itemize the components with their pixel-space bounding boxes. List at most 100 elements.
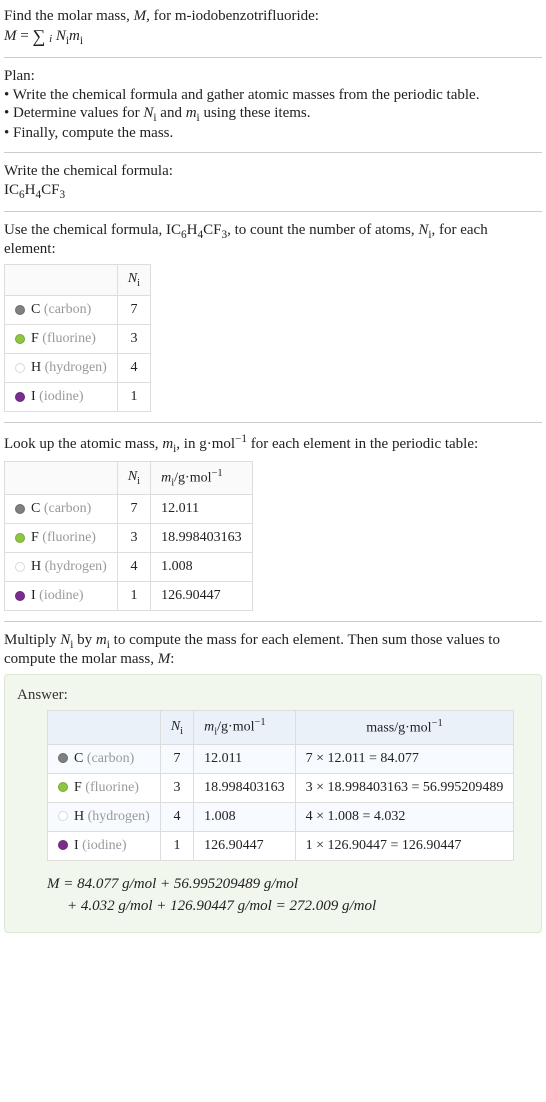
count-cell: 3 [117,524,150,553]
plan-b2-m: m [186,105,197,121]
table-row: H (hydrogen)41.0084 × 1.008 = 4.032 [48,802,514,831]
ah-n: N [171,719,180,734]
table-row: I (iodine)1126.90447 [5,582,253,611]
ah-m: m [204,720,214,735]
plan-bullet-2: • Determine values for Ni and mi using t… [4,105,542,124]
table-row: H (hydrogen)41.008 [5,553,253,582]
count-cell: 4 [160,802,193,831]
divider [4,57,542,58]
cf-p1: IC [4,182,19,198]
step4-section: Multiply Ni by mi to compute the mass fo… [4,632,542,668]
table-row: F (fluorine)318.9984031633 × 18.99840316… [48,773,514,802]
elem-name: (hydrogen) [45,360,107,375]
element-cell: H (hydrogen) [48,802,161,831]
element-dot-icon [15,334,25,344]
count-cell: 3 [160,773,193,802]
elem-sym: F [74,780,82,795]
ah-ni: i [180,725,183,736]
elem-name: (fluorine) [42,331,96,346]
plan-b2-mid: and [157,105,186,121]
plan-b2-pre: • Determine values for [4,105,143,121]
table-row: I (iodine) 1 [5,382,151,411]
elem-sym: C [74,751,83,766]
nh1: N [128,271,137,286]
h-mu: /g·mol [174,470,211,485]
s3-pre: Look up the atomic mass, [4,436,162,452]
elem-sym: I [31,588,36,603]
mass-cell: 12.011 [194,744,296,773]
h-n: N [128,469,137,484]
eq-equals: = [20,28,32,44]
product-cell: 1 × 126.90447 = 126.90447 [295,831,514,860]
cf-s3: 3 [59,189,65,201]
plan-section: Plan: • Write the chemical formula and g… [4,68,542,142]
eq-lhs: M [4,28,17,44]
count-cell: 7 [160,744,193,773]
step1-title: Write the chemical formula: [4,163,542,180]
elem-name: (carbon) [44,501,91,516]
answer-table: Ni mi/g·mol−1 mass/g·mol−1 C (carbon)712… [47,710,514,860]
elem-sym: F [31,530,39,545]
plan-title: Plan: [4,68,542,85]
blank-header [5,461,118,494]
sum-symbol: ∑ i [32,27,52,46]
table-row: I (iodine)1126.904471 × 126.90447 = 126.… [48,831,514,860]
s2-n: N [418,222,428,238]
element-dot-icon [15,363,25,373]
step4-text: Multiply Ni by mi to compute the mass fo… [4,632,542,668]
s4-end: : [170,651,174,667]
count-cell: 7 [117,495,150,524]
elem-sym: F [31,331,39,346]
elem-sym: I [74,838,79,853]
eq-m: m [69,28,80,44]
elem-sym: C [31,501,40,516]
n-header: Ni [160,711,193,744]
h-ni: i [137,476,140,487]
step2-section: Use the chemical formula, IC6H4CF3, to c… [4,222,542,412]
step2-text: Use the chemical formula, IC6H4CF3, to c… [4,222,542,258]
element-cell: F (fluorine) [5,524,118,553]
element-cell: F (fluorine) [5,324,118,353]
elem-name: (iodine) [39,588,83,603]
table-header-row: Ni [5,264,151,295]
count-cell: 1 [117,382,150,411]
element-dot-icon [15,305,25,315]
blank-header [5,264,118,295]
mass-cell: 1.008 [151,553,253,582]
molar-mass-equation: M = ∑ i Nimi [4,27,542,47]
elem-name: (iodine) [39,389,83,404]
sigma-icon: ∑ [32,26,45,46]
s3-suf: for each element in the periodic table: [247,436,478,452]
intro-line: Find the molar mass, M, for m-iodobenzot… [4,8,542,25]
ah-me: −1 [254,717,265,728]
table-header-row: Ni m i/g·mol−1 mass/g·mol−1 [48,711,514,744]
mass-cell: 126.90447 [194,831,296,860]
product-cell: 3 × 18.998403163 = 56.995209489 [295,773,514,802]
element-cell: C (carbon) [5,495,118,524]
element-dot-icon [15,591,25,601]
ah-mu: /g·mol [217,720,254,735]
element-cell: C (carbon) [48,744,161,773]
n-header: Ni [117,461,150,494]
table-row: C (carbon)712.0117 × 12.011 = 84.077 [48,744,514,773]
s3-mid: , in g·mol [176,436,235,452]
plan-bullet-1: • Write the chemical formula and gather … [4,87,542,104]
element-dot-icon [15,533,25,543]
s2f3: H [187,222,198,238]
elem-name: (fluorine) [42,530,96,545]
element-dot-icon [15,562,25,572]
elem-sym: H [74,809,84,824]
elem-sym: I [31,389,36,404]
s2f5: CF [203,222,221,238]
elem-name: (iodine) [82,838,126,853]
s2-formula: IC6H4CF3 [166,222,227,238]
mass-cell: 126.90447 [151,582,253,611]
s4-n: N [60,632,70,648]
final-line-1: M = 84.077 g/mol + 56.995209489 g/mol [47,873,529,896]
answer-box: Answer: Ni mi/g·mol−1 mass/g·mol−1 C (ca… [4,674,542,932]
eq-n: N [56,28,66,44]
s2-mid: , to count the number of atoms, [227,222,418,238]
divider [4,422,542,423]
count-cell: 7 [117,295,150,324]
mass-header: mass/g·mol−1 [295,711,514,744]
